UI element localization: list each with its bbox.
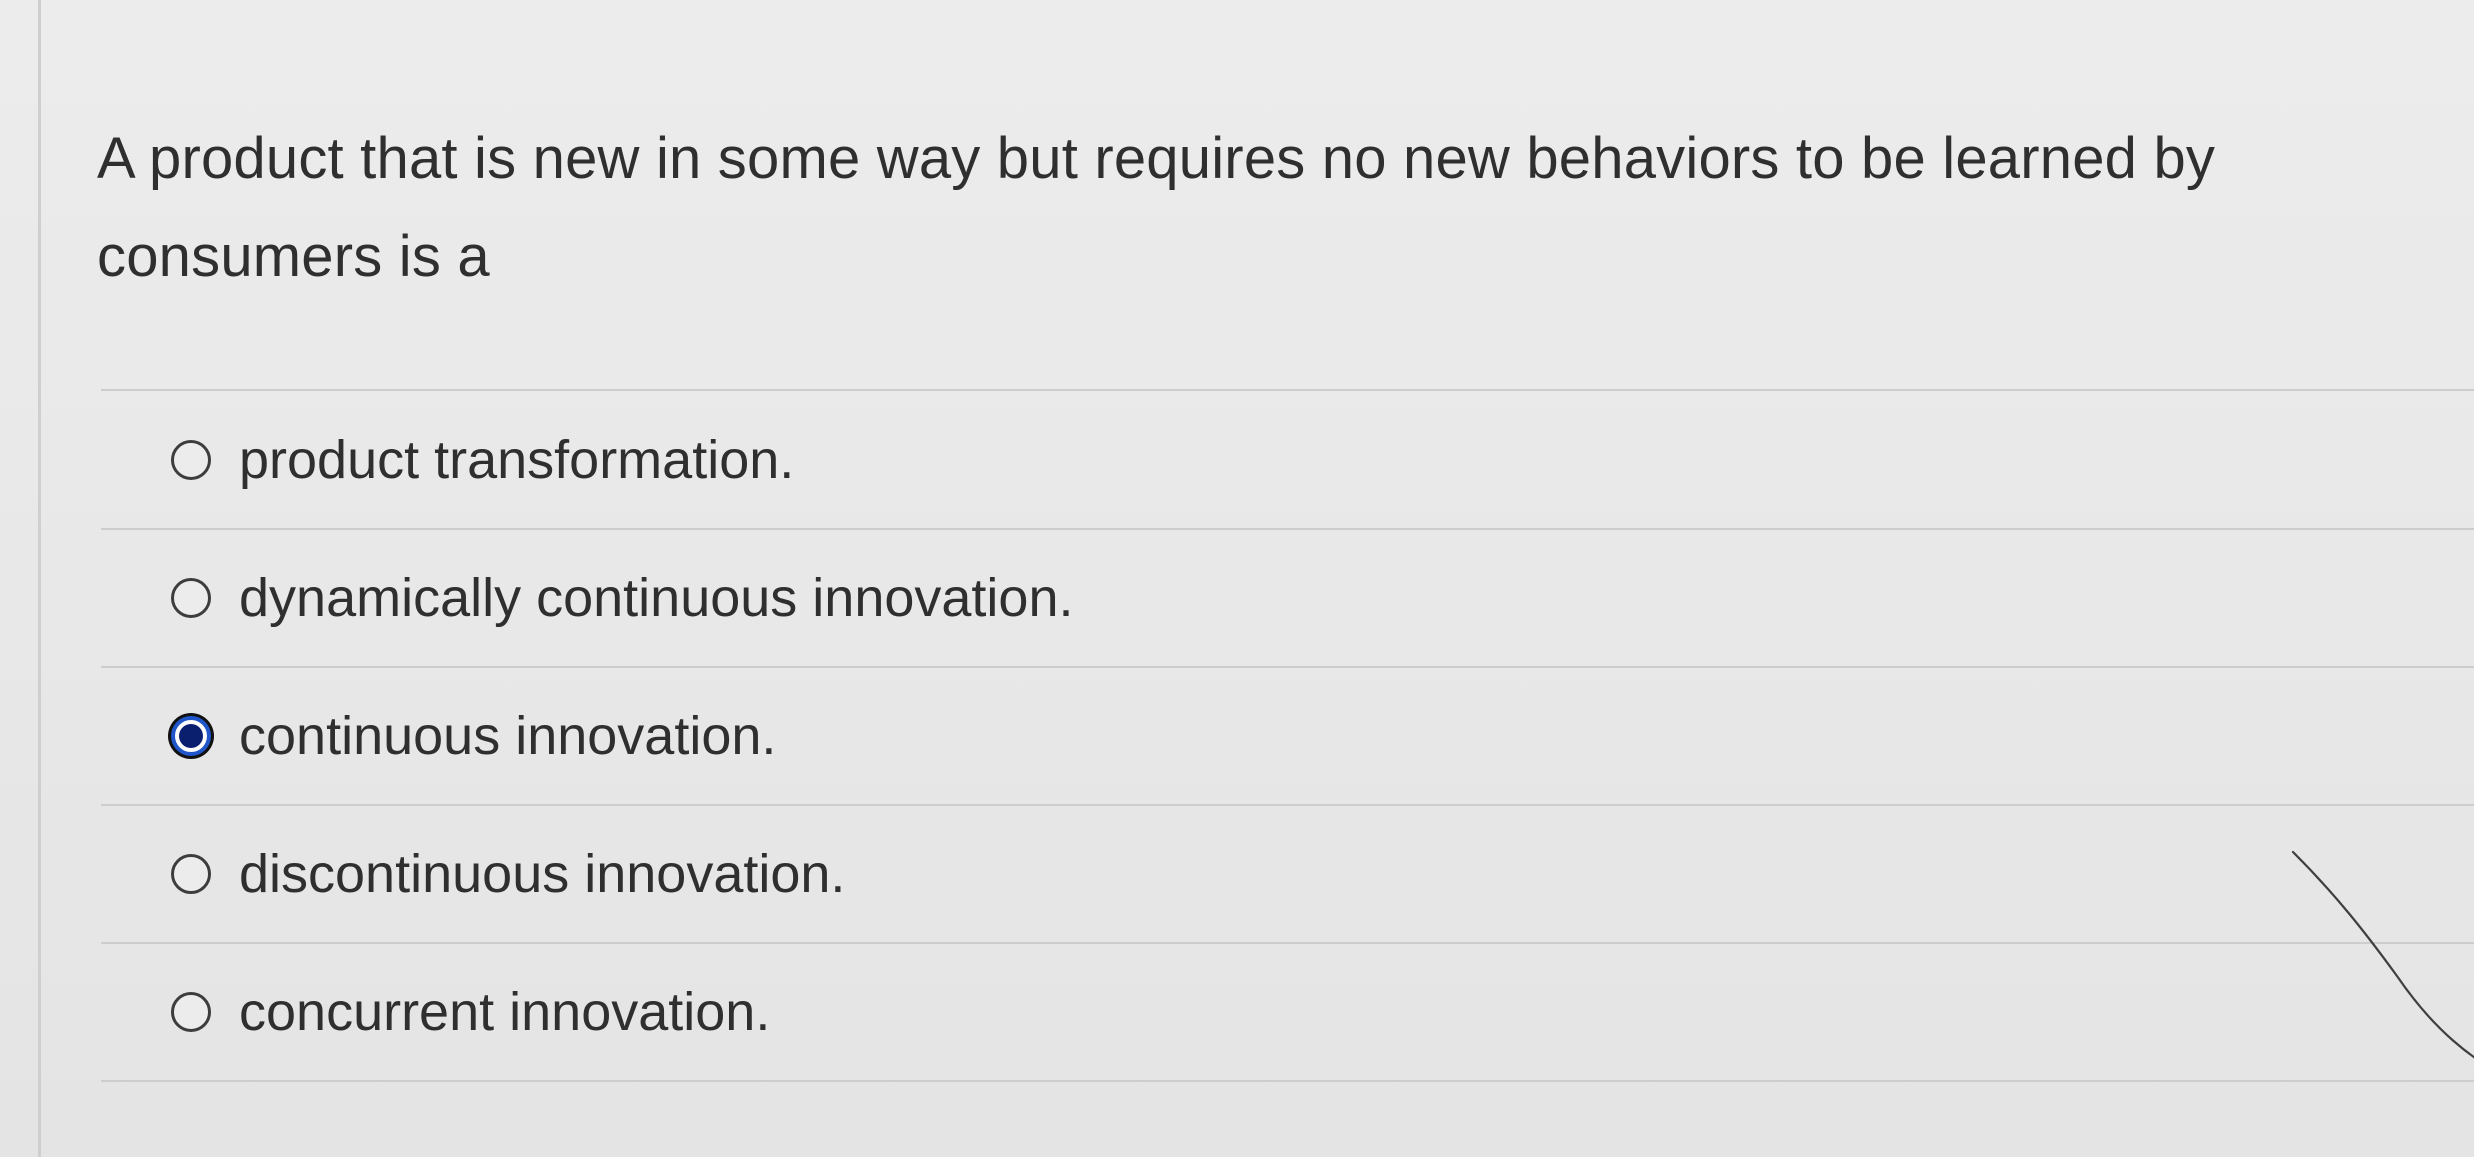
answer-label[interactable]: concurrent innovation. [239, 985, 770, 1039]
question-prompt: A product that is new in some way but re… [97, 126, 2216, 289]
answer-label[interactable]: continuous innovation. [239, 709, 776, 763]
multiple-choice-question: A product that is new in some way but re… [41, 0, 2474, 1157]
answer-label[interactable]: product transformation. [239, 433, 794, 487]
radio-unselected-icon[interactable] [171, 440, 211, 480]
answer-option-concurrent-innovation[interactable]: concurrent innovation. [101, 944, 2474, 1082]
answer-label[interactable]: dynamically continuous innovation. [239, 571, 1074, 625]
answer-option-discontinuous-innovation[interactable]: discontinuous innovation. [101, 806, 2474, 944]
question-divider [101, 389, 2474, 391]
radio-unselected-icon[interactable] [171, 854, 211, 894]
answer-options: product transformation. dynamically cont… [101, 392, 2474, 1082]
radio-unselected-icon[interactable] [171, 578, 211, 618]
answer-option-dynamically-continuous-innovation[interactable]: dynamically continuous innovation. [101, 530, 2474, 668]
radio-unselected-icon[interactable] [171, 992, 211, 1032]
pen-mark-icon [2291, 850, 2474, 1059]
radio-selected-dot-icon [179, 724, 203, 748]
quiz-screen: A product that is new in some way but re… [0, 0, 2474, 1157]
answer-option-product-transformation[interactable]: product transformation. [101, 392, 2474, 530]
answer-option-continuous-innovation[interactable]: continuous innovation. [101, 668, 2474, 806]
answer-label[interactable]: discontinuous innovation. [239, 847, 845, 901]
radio-selected-icon[interactable] [171, 716, 211, 756]
